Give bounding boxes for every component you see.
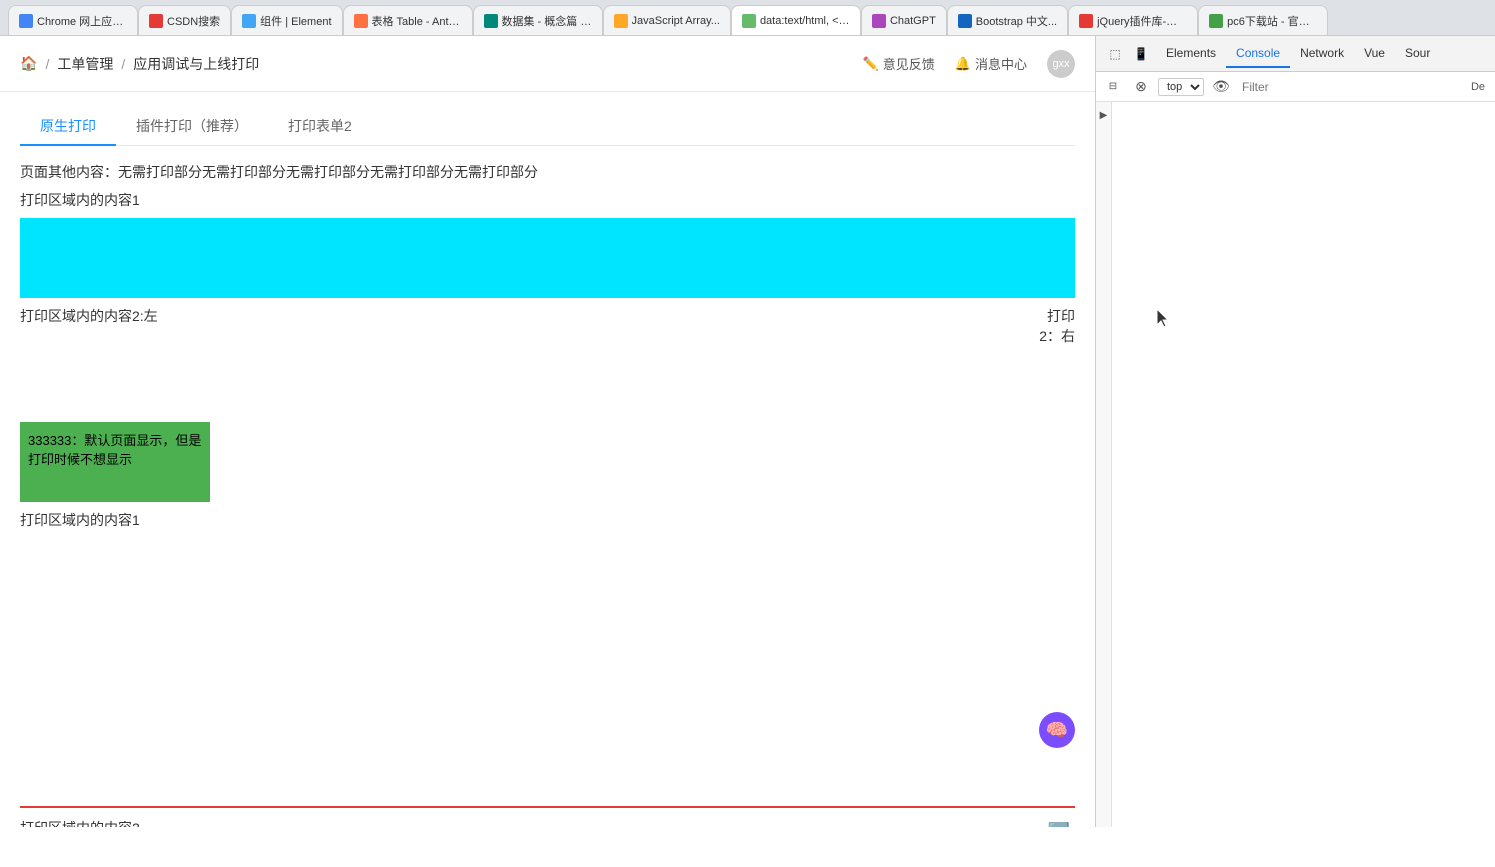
edit-icon: ✏️ [863,56,879,72]
inspect-icon: ⬚ [1109,47,1120,61]
breadcrumb-print-debug: 应用调试与上线打印 [133,54,259,74]
favicon-antd [354,14,368,28]
print-area2-right-line2: 2：右 [1039,326,1075,346]
tab-chatgpt[interactable]: ChatGPT [861,5,947,35]
favicon-jquery [1079,14,1093,28]
tab-print-form2[interactable]: 打印表单2 [268,108,372,146]
no-print-text: 页面其他内容：无需打印部分无需打印部分无需打印部分无需打印部分无需打印部分 [20,162,1075,182]
feedback-label: 意见反馈 [883,54,935,73]
breadcrumb-work-order[interactable]: 工单管理 [57,54,113,74]
tab-csdn[interactable]: CSDN搜索 [138,5,231,35]
devtools-device-button[interactable]: 📱 [1130,43,1152,65]
translate-float-button[interactable]: 🔤 [1043,816,1075,827]
favicon-dataset [484,14,498,28]
tab-antd[interactable]: 表格 Table - Ant D... [343,5,473,35]
favicon-bootstrap [958,14,972,28]
page-body: 原生打印 插件打印（推荐） 打印表单2 页面其他内容：无需打印部分无需打印部分无… [0,92,1095,827]
devtools-content-area [1112,102,1495,827]
devtools-inspect-button[interactable]: ⬚ [1104,43,1126,65]
tab-label-chrome: Chrome 网上应用店 [37,13,127,29]
brain-float-button[interactable]: 🧠 [1039,712,1075,748]
tab-js-array[interactable]: JavaScript Array... [603,5,731,35]
favicon-csdn [149,14,163,28]
translate-icon: 🔤 [1048,822,1070,828]
favicon-chrome [19,14,33,28]
home-icon[interactable]: 🏠 [20,55,37,72]
devtools-filter-input[interactable] [1238,78,1461,96]
page-tabs: 原生打印 插件打印（推荐） 打印表单2 [20,108,1075,146]
browser-tabs-bar: Chrome 网上应用店 CSDN搜索 组件 | Element 表格 Tabl… [0,0,1495,36]
tab-datatext[interactable]: data:text/html, <ht... [731,5,861,35]
print-area2-right: 打印 2：右 [1039,306,1075,346]
favicon-element [242,14,256,28]
devtools-tabs-bar: ⬚ 📱 Elements Console Network Vue Sour [1096,36,1495,72]
breadcrumb: 🏠 / 工单管理 / 应用调试与上线打印 [20,54,259,74]
green-no-print-box: 333333：默认页面显示，但是打印时候不想显示 [20,422,210,502]
tab-jquery[interactable]: jQuery插件库-收集... [1068,5,1198,35]
tab-label-dataset: 数据集 - 概念篇 - H... [502,13,592,29]
tab-label-chatgpt: ChatGPT [890,15,936,27]
print-area2-row: 打印区域内的内容2:左 打印 2：右 [20,306,1075,346]
devtools-console-toolbar: ⊟ ⊗ top 👁 De [1096,72,1495,102]
message-label: 消息中心 [975,54,1027,73]
page-area: 🏠 / 工单管理 / 应用调试与上线打印 ✏️ 意见反馈 🔔 消息中心 [0,36,1095,827]
favicon-datatext [742,14,756,28]
tab-dataset[interactable]: 数据集 - 概念篇 - H... [473,5,603,35]
tab-label-jquery: jQuery插件库-收集... [1097,13,1187,29]
tab-label-jsarray: JavaScript Array... [632,15,720,27]
tab-label-csdn: CSDN搜索 [167,13,220,29]
print-area2-bottom: 打印区域内的内容2 [20,818,140,827]
tab-label-pc6: pc6下载站 - 官方... [1227,13,1317,29]
devtools-live-expression-button[interactable]: 👁 [1210,76,1232,98]
devtools-context-select[interactable]: top [1158,78,1204,96]
cyan-print-box [20,218,1075,298]
tab-element[interactable]: 组件 | Element [231,5,342,35]
print-area2-left: 打印区域内的内容2:左 [20,306,158,346]
print-divider-line [20,806,1075,808]
devtools-tab-vue[interactable]: Vue [1354,40,1395,68]
message-button[interactable]: 🔔 消息中心 [955,54,1027,73]
tab-bootstrap[interactable]: Bootstrap 中文... [947,5,1068,35]
tab-chrome-store[interactable]: Chrome 网上应用店 [8,5,138,35]
tab-label-element: 组件 | Element [260,13,331,29]
print-area2-right-line1: 打印 [1039,306,1075,326]
print-area1-below: 打印区域内的内容1 [20,510,1075,530]
devtools-body: ▶ [1096,102,1495,827]
bell-icon: 🔔 [955,56,971,72]
user-avatar[interactable]: gxx [1047,50,1075,78]
device-icon: 📱 [1134,47,1149,61]
tab-plugin-print[interactable]: 插件打印（推荐） [116,108,268,146]
tab-pc6[interactable]: pc6下载站 - 官方... [1198,5,1328,35]
tab-label-bootstrap: Bootstrap 中文... [976,13,1057,29]
breadcrumb-separator-1: / [45,56,49,72]
devtools-tab-sources[interactable]: Sour [1395,40,1440,68]
devtools-sidebar-toggle[interactable]: ⊟ [1102,76,1124,98]
green-box-text: 333333：默认页面显示，但是打印时候不想显示 [28,433,201,467]
devtools-tab-console[interactable]: Console [1226,40,1290,68]
print-area1-label: 打印区域内的内容1 [20,190,1075,210]
devtools-tab-network[interactable]: Network [1290,40,1354,68]
devtools-left-sidebar: ▶ [1096,102,1112,827]
devtools-de-label: De [1467,81,1489,93]
breadcrumb-separator-2: / [121,56,125,72]
header-actions: ✏️ 意见反馈 🔔 消息中心 gxx [863,50,1075,78]
devtools-panel: ⬚ 📱 Elements Console Network Vue Sour ⊟ … [1095,36,1495,827]
feedback-button[interactable]: ✏️ 意见反馈 [863,54,935,73]
user-initials: gxx [1052,58,1069,70]
favicon-pc6 [1209,14,1223,28]
devtools-clear-button[interactable]: ⊗ [1130,76,1152,98]
spacer-1 [20,354,1075,414]
chevron-right-icon[interactable]: ▶ [1098,106,1110,125]
tab-native-print[interactable]: 原生打印 [20,108,116,146]
tab-label-antd: 表格 Table - Ant D... [372,13,462,29]
brain-icon: 🧠 [1046,720,1068,741]
spacer-2 [20,538,1075,798]
devtools-tab-elements[interactable]: Elements [1156,40,1226,68]
favicon-jsarray [614,14,628,28]
favicon-chatgpt [872,14,886,28]
tab-label-datatext: data:text/html, <ht... [760,15,850,27]
app-header: 🏠 / 工单管理 / 应用调试与上线打印 ✏️ 意见反馈 🔔 消息中心 [0,36,1095,92]
devtools-icon-group: ⬚ 📱 [1100,43,1156,65]
